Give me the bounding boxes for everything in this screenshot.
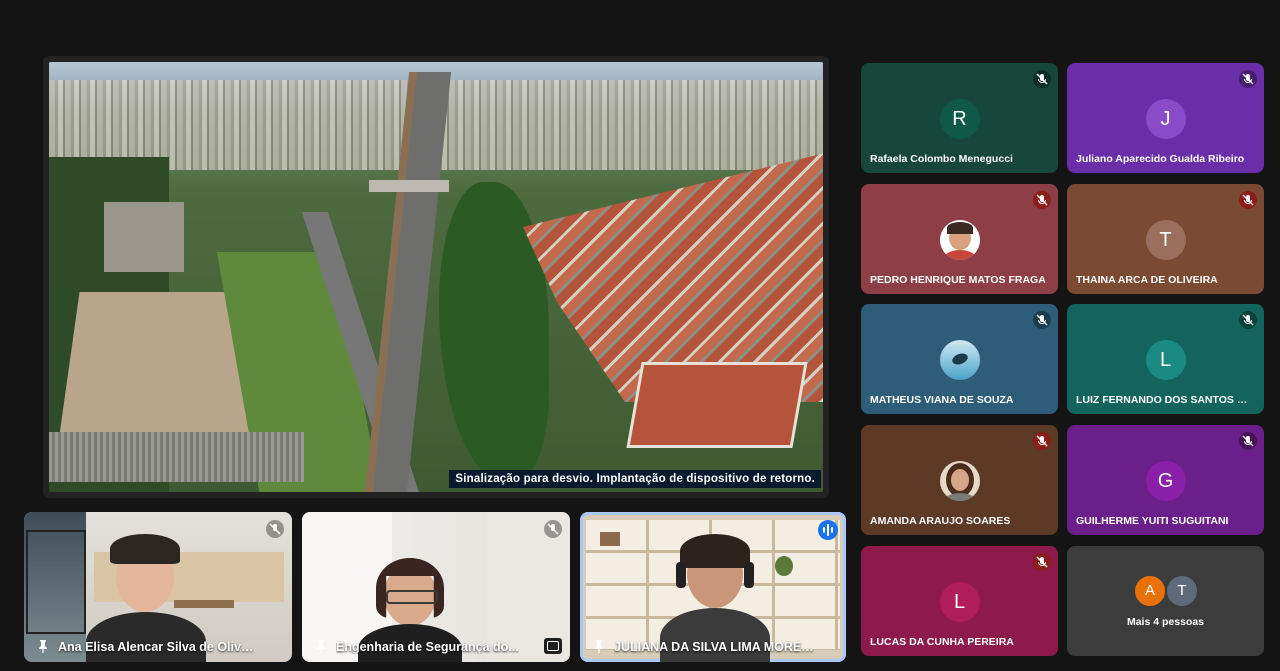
participant-name: Engenharia de Segurança do...	[336, 640, 519, 654]
avatar: J	[1145, 99, 1186, 139]
participant-name: AMANDA ARAUJO SOARES	[870, 515, 1011, 527]
avatar: L	[1145, 340, 1186, 380]
participant-name: PEDRO HENRIQUE MATOS FRAGA	[870, 274, 1046, 286]
participant-name: LUIZ FERNANDO DOS SANTOS GA...	[1076, 394, 1254, 406]
participant-name: JULIANA DA SILVA LIMA MOREIRA	[614, 640, 814, 654]
mic-off-icon	[1239, 191, 1257, 209]
participant-name: Juliano Aparecido Gualda Ribeiro	[1076, 153, 1245, 165]
participant-tile[interactable]: R Rafaela Colombo Menegucci	[861, 63, 1058, 173]
mic-off-icon	[1239, 311, 1257, 329]
participant-tile[interactable]: AMANDA ARAUJO SOARES	[861, 425, 1058, 535]
participant-tile[interactable]: G GUILHERME YUITI SUGUITANI	[1067, 425, 1264, 535]
mic-off-icon	[1239, 70, 1257, 88]
avatar: T	[1145, 220, 1186, 260]
pin-icon[interactable]	[592, 639, 606, 653]
speaking-icon	[818, 520, 838, 540]
mic-off-icon	[1033, 191, 1051, 209]
mic-off-icon	[266, 520, 284, 538]
participant-tile[interactable]: MATHEUS VIANA DE SOUZA	[861, 304, 1058, 414]
avatar-photo	[939, 220, 980, 260]
video-tile[interactable]: Ana Elisa Alencar Silva de Oliveira	[24, 512, 292, 662]
video-tile[interactable]: Engenharia de Segurança do...	[302, 512, 570, 662]
participant-tile[interactable]: L LUCAS DA CUNHA PEREIRA	[861, 546, 1058, 656]
pin-icon[interactable]	[314, 639, 328, 653]
participant-tile[interactable]: L LUIZ FERNANDO DOS SANTOS GA...	[1067, 304, 1264, 414]
avatar: R	[939, 99, 980, 139]
participant-name: Rafaela Colombo Menegucci	[870, 153, 1013, 165]
presentation-tile[interactable]: Sinalização para desvio. Implantação de …	[43, 56, 829, 498]
participant-name: Ana Elisa Alencar Silva de Oliveira	[58, 640, 258, 654]
avatar: G	[1145, 461, 1186, 501]
participant-name: THAINA ARCA DE OLIVEIRA	[1076, 274, 1218, 286]
avatar-photo	[939, 461, 980, 501]
pin-icon[interactable]	[36, 639, 50, 653]
avatar-photo	[939, 340, 980, 380]
presentation-caption: Sinalização para desvio. Implantação de …	[449, 470, 821, 488]
participant-tile[interactable]: J Juliano Aparecido Gualda Ribeiro	[1067, 63, 1264, 173]
participant-tile[interactable]: PEDRO HENRIQUE MATOS FRAGA	[861, 184, 1058, 294]
avatar: L	[939, 582, 980, 622]
avatar: A	[1133, 574, 1167, 608]
video-tile-active-speaker[interactable]: JULIANA DA SILVA LIMA MOREIRA	[580, 512, 846, 662]
screen-share-icon[interactable]	[544, 638, 562, 654]
mic-off-icon	[1033, 553, 1051, 571]
participant-name: GUILHERME YUITI SUGUITANI	[1076, 515, 1229, 527]
mic-off-icon	[1239, 432, 1257, 450]
participant-tile[interactable]: T THAINA ARCA DE OLIVEIRA	[1067, 184, 1264, 294]
avatar: T	[1165, 574, 1199, 608]
mic-off-icon	[1033, 70, 1051, 88]
more-people-tile[interactable]: A T Mais 4 pessoas	[1067, 546, 1264, 656]
mic-off-icon	[1033, 311, 1051, 329]
mic-off-icon	[544, 520, 562, 538]
mic-off-icon	[1033, 432, 1051, 450]
presentation-image	[49, 62, 823, 492]
participant-name: LUCAS DA CUNHA PEREIRA	[870, 636, 1014, 648]
participant-name: MATHEUS VIANA DE SOUZA	[870, 394, 1014, 406]
more-people-label: Mais 4 pessoas	[1126, 616, 1205, 628]
